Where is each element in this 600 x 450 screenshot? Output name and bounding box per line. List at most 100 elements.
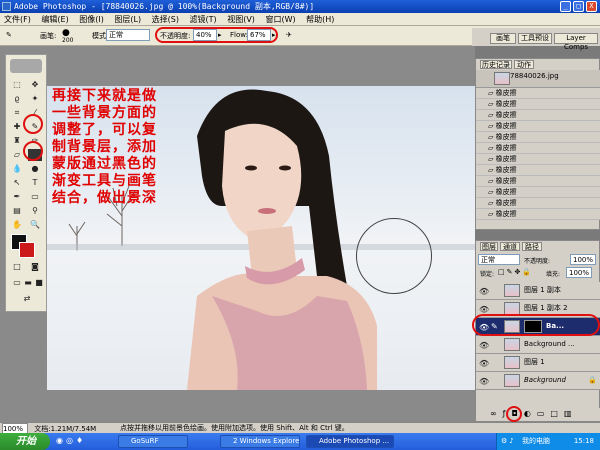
hand-tool-icon[interactable]: ✋ xyxy=(10,219,24,231)
history-snapshot[interactable]: 78840026.jpg xyxy=(476,70,600,88)
brush-tool-annotation xyxy=(23,114,43,134)
layer-row[interactable]: 👁 Background 🔒 xyxy=(476,372,600,390)
layer-row[interactable]: 👁 图层 1 xyxy=(476,354,600,372)
layer-opacity-input[interactable]: 100% xyxy=(570,254,596,265)
tab-layer-comps[interactable]: Layer Comps xyxy=(554,33,598,51)
menu-select[interactable]: 选择(S) xyxy=(148,13,183,26)
zoom-tool-icon[interactable]: 🔍 xyxy=(28,219,42,231)
eye-icon[interactable]: 👁 xyxy=(479,337,489,354)
adobe-online-icon[interactable] xyxy=(10,59,42,73)
eye-icon[interactable]: 👁 xyxy=(479,355,489,372)
tab-layers[interactable]: 图层 xyxy=(480,242,498,251)
dodge-tool-icon[interactable]: ● xyxy=(28,163,42,175)
history-step-label: 橡皮擦 xyxy=(495,111,517,119)
background-color-swatch[interactable] xyxy=(19,242,35,258)
layer-row[interactable]: 👁 图层 1 副本 xyxy=(476,282,600,300)
healing-tool-icon[interactable]: ✚ xyxy=(10,121,24,133)
eye-icon[interactable]: 👁 xyxy=(479,283,489,300)
history-step[interactable]: ▱ 橡皮擦 xyxy=(476,165,600,176)
tab-tool-presets[interactable]: 工具预设 xyxy=(518,33,552,44)
my-computer-label[interactable]: 我的电脑 xyxy=(522,437,550,445)
start-button[interactable]: 开始 xyxy=(0,433,50,450)
menu-layer[interactable]: 图层(L) xyxy=(110,13,145,26)
type-tool-icon[interactable]: T xyxy=(28,177,42,189)
fill-input[interactable]: 100% xyxy=(566,267,592,278)
history-step-label: 橡皮擦 xyxy=(495,188,517,196)
status-hint: 点按并拖移以用前景色绘画。使用附加选项。使用 Shift、Alt 和 Ctrl … xyxy=(120,424,349,432)
layer-row[interactable]: 👁 Background ... xyxy=(476,336,600,354)
notes-tool-icon[interactable]: ▤ xyxy=(10,205,24,217)
history-step[interactable]: ▱ 橡皮擦 xyxy=(476,209,600,220)
task-photoshop[interactable]: Adobe Photoshop ... xyxy=(306,435,394,448)
layer-thumbnail xyxy=(504,284,520,297)
history-step[interactable]: ▱ 橡皮擦 xyxy=(476,132,600,143)
maximize-button[interactable]: □ xyxy=(573,1,584,12)
add-mask-annotation xyxy=(506,406,522,422)
history-step[interactable]: ▱ 橡皮擦 xyxy=(476,176,600,187)
quick-mask-off-icon[interactable]: □ xyxy=(10,261,24,273)
tab-actions[interactable]: 动作 xyxy=(514,60,534,69)
link-layers-icon[interactable]: ∞ xyxy=(490,409,503,418)
menu-window[interactable]: 窗口(W) xyxy=(261,13,299,26)
tab-history[interactable]: 历史记录 xyxy=(480,60,512,69)
tray-icons[interactable]: ⚙♪ xyxy=(501,437,516,445)
pen-tool-icon[interactable]: ✒ xyxy=(10,191,24,203)
task-windows-explorer[interactable]: 2 Windows Explorer xyxy=(220,435,300,448)
quick-mask-on-icon[interactable]: ◙ xyxy=(28,261,42,273)
history-step[interactable]: ▱ 橡皮擦 xyxy=(476,110,600,121)
mode-select[interactable]: 正常 xyxy=(106,29,150,41)
history-step[interactable]: ▱ 橡皮擦 xyxy=(476,187,600,198)
path-select-icon[interactable]: ↖ xyxy=(10,177,24,189)
history-step[interactable]: ▱ 橡皮擦 xyxy=(476,198,600,209)
stamp-tool-icon[interactable]: ♜ xyxy=(10,135,24,147)
screen-mode-full-icon[interactable]: ■ xyxy=(32,277,46,289)
eraser-tool-icon[interactable]: ▱ xyxy=(10,149,24,161)
history-step[interactable]: ▱ 橡皮擦 xyxy=(476,143,600,154)
history-step[interactable]: ▱ 橡皮擦 xyxy=(476,88,600,99)
lock-icons[interactable]: □✎✥🔒 xyxy=(498,268,533,276)
menu-image[interactable]: 图像(I) xyxy=(75,13,108,26)
tab-brushes[interactable]: 画笔 xyxy=(490,33,516,44)
eye-icon[interactable]: 👁 xyxy=(479,373,489,390)
history-step[interactable]: ▱ 橡皮擦 xyxy=(476,121,600,132)
minimize-button[interactable]: _ xyxy=(560,1,571,12)
marquee-tool-icon[interactable]: ⬚ xyxy=(10,79,24,91)
adjustment-layer-icon[interactable]: ◐ xyxy=(524,409,537,418)
brush-label: 画笔: xyxy=(40,32,57,40)
lock-icon: 🔒 xyxy=(588,376,597,384)
airbrush-icon[interactable]: ✈ xyxy=(286,31,292,39)
layer-name: Background xyxy=(524,376,566,384)
close-button[interactable]: X xyxy=(586,1,597,12)
brush-size: 200 xyxy=(62,37,74,44)
blur-tool-icon[interactable]: 💧 xyxy=(10,163,24,175)
jump-to-imageready-icon[interactable]: ⇄ xyxy=(20,293,34,305)
quick-launch-icons[interactable]: ◉◎♦ xyxy=(56,436,86,445)
history-step[interactable]: ▱ 橡皮擦 xyxy=(476,154,600,165)
crop-tool-icon[interactable]: ⌗ xyxy=(10,107,24,119)
history-step[interactable]: ▱ 橡皮擦 xyxy=(476,99,600,110)
brush-tool-icon[interactable]: ✎ xyxy=(6,31,12,39)
menu-file[interactable]: 文件(F) xyxy=(0,13,35,26)
menu-filter[interactable]: 滤镜(T) xyxy=(186,13,221,26)
lasso-tool-icon[interactable]: ϱ xyxy=(10,93,24,105)
delete-layer-icon[interactable]: ▥ xyxy=(564,409,578,418)
layer-blend-mode-select[interactable]: 正常 xyxy=(478,254,520,265)
menu-edit[interactable]: 编辑(E) xyxy=(37,13,72,26)
menu-help[interactable]: 帮助(H) xyxy=(302,13,338,26)
tab-channels[interactable]: 通道 xyxy=(500,242,520,251)
toolbox: ⬚ ✥ ϱ ✦ ⌗ ⁄ ✚ ✎ ♜ ✑ ▱ 💧 ● ↖ T ✒ ▭ ▤ ⚲ ✋ … xyxy=(5,54,47,312)
layer-thumbnail xyxy=(504,338,520,351)
fill-label: 填充: xyxy=(546,271,561,278)
new-group-icon[interactable]: ▭ xyxy=(537,409,551,418)
magic-wand-icon[interactable]: ✦ xyxy=(28,93,42,105)
move-tool-icon[interactable]: ✥ xyxy=(28,79,42,91)
shape-tool-icon[interactable]: ▭ xyxy=(28,191,42,203)
eraser-step-icon: ▱ xyxy=(488,89,494,97)
tab-paths[interactable]: 路径 xyxy=(522,242,542,251)
task-gosurf[interactable]: GoSuRF xyxy=(118,435,188,448)
layer-name: 图层 1 副本 xyxy=(524,286,561,294)
eyedropper-icon[interactable]: ⚲ xyxy=(28,205,42,217)
eraser-step-icon: ▱ xyxy=(488,144,494,152)
menu-view[interactable]: 视图(V) xyxy=(223,13,259,26)
new-layer-icon[interactable]: □ xyxy=(550,409,564,418)
